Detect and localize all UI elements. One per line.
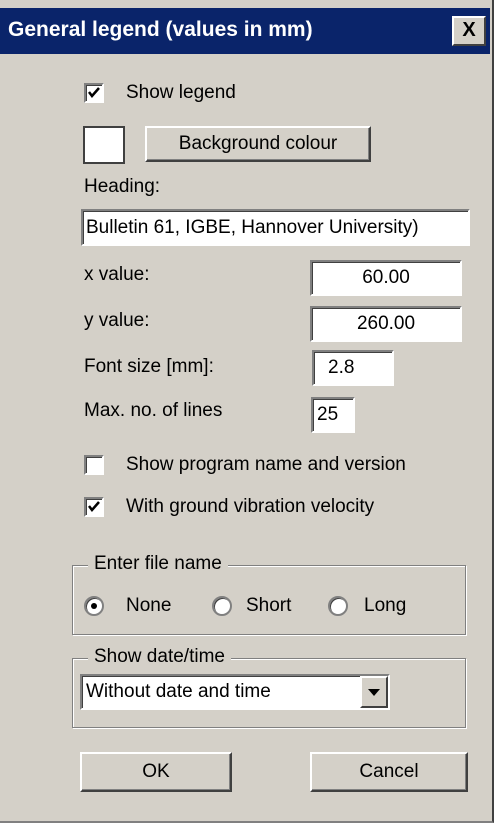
checkmark-icon	[88, 501, 100, 512]
show-program-checkbox[interactable]	[84, 455, 104, 475]
radio-selected-dot	[91, 603, 97, 609]
heading-label: Heading:	[84, 176, 161, 197]
file-name-none-radio[interactable]	[84, 596, 104, 616]
file-name-long-label: Long	[364, 595, 407, 616]
heading-value: Bulletin 61, IGBE, Hannover University)	[86, 217, 419, 238]
date-time-select[interactable]: Without date and time	[80, 674, 390, 710]
date-time-dropdown-button[interactable]	[360, 676, 388, 708]
show-program-label: Show program name and version	[126, 454, 406, 475]
checkmark-icon	[88, 87, 100, 98]
close-icon: X	[462, 19, 476, 41]
ok-button-label: OK	[142, 761, 170, 782]
cancel-button[interactable]: Cancel	[310, 752, 468, 792]
y-value-label: y value:	[84, 310, 150, 331]
max-lines-value: 25	[317, 404, 339, 425]
cancel-button-label: Cancel	[359, 761, 419, 782]
y-value-input[interactable]: 260.00	[310, 306, 462, 342]
background-colour-button-label: Background colour	[178, 133, 338, 154]
chevron-down-icon	[368, 689, 380, 696]
date-time-group-legend: Show date/time	[88, 646, 231, 668]
x-value-label: x value:	[84, 264, 150, 285]
max-lines-label: Max. no. of lines	[84, 400, 223, 421]
close-button[interactable]: X	[452, 16, 486, 46]
general-legend-dialog: General legend (values in mm) X Show leg…	[0, 0, 494, 823]
file-name-long-radio[interactable]	[328, 596, 348, 616]
file-name-none-label: None	[126, 595, 172, 616]
background-colour-button[interactable]: Background colour	[145, 126, 371, 162]
x-value-value: 60.00	[362, 267, 410, 288]
ground-vibration-label: With ground vibration velocity	[126, 496, 375, 517]
ok-button[interactable]: OK	[80, 752, 232, 792]
font-size-label: Font size [mm]:	[84, 356, 214, 377]
date-time-selected-value: Without date and time	[86, 681, 271, 702]
max-lines-input[interactable]: 25	[311, 397, 355, 433]
show-legend-checkbox[interactable]	[84, 83, 104, 103]
file-name-short-radio[interactable]	[212, 596, 232, 616]
show-legend-label: Show legend	[126, 82, 236, 103]
dialog-title: General legend (values in mm)	[8, 18, 313, 41]
y-value-value: 260.00	[356, 313, 416, 334]
x-value-input[interactable]: 60.00	[310, 260, 462, 296]
ground-vibration-checkbox[interactable]	[84, 497, 104, 517]
file-name-short-label: Short	[246, 595, 292, 616]
font-size-value: 2.8	[328, 357, 355, 378]
heading-input[interactable]: Bulletin 61, IGBE, Hannover University)	[81, 209, 470, 246]
font-size-input[interactable]: 2.8	[312, 350, 394, 386]
background-colour-swatch	[83, 126, 125, 164]
title-bar: General legend (values in mm) X	[0, 8, 490, 54]
file-name-group-legend: Enter file name	[88, 553, 228, 575]
